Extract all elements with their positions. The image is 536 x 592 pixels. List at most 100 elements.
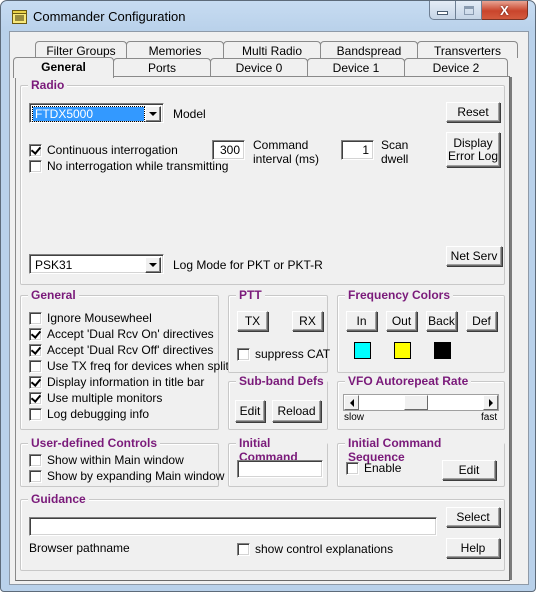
checkbox-label: Use multiple monitors — [47, 391, 163, 405]
tab-transverters[interactable]: Transverters — [417, 41, 518, 58]
continuous-interrogation-box[interactable] — [29, 143, 42, 157]
minimize-button[interactable] — [429, 1, 456, 20]
checkbox-label: show control explanations — [255, 542, 394, 556]
command-interval-label-2: interval (ms) — [253, 152, 320, 166]
def-color-button[interactable]: Def — [466, 311, 497, 331]
checkbox-box[interactable] — [29, 407, 42, 421]
initial-command-input[interactable] — [237, 460, 323, 478]
show-expanding-main-checkbox[interactable]: Show by expanding Main window — [29, 469, 224, 483]
checkbox-box[interactable] — [29, 343, 42, 357]
out-color-button[interactable]: Out — [386, 311, 417, 331]
browser-pathname-input[interactable] — [29, 517, 437, 536]
vfo-autorepeat-slider[interactable] — [343, 394, 499, 411]
checkbox-box[interactable] — [346, 461, 359, 475]
commander-configuration-window: Commander Configuration X Filter Groups … — [0, 0, 536, 592]
checkbox-box[interactable] — [29, 327, 42, 341]
enable-sequence-checkbox[interactable]: Enable — [346, 461, 401, 475]
slider-right-button[interactable] — [483, 395, 498, 410]
help-button[interactable]: Help — [446, 538, 500, 558]
no-interrogation-tx-label: No interrogation while transmitting — [47, 159, 229, 173]
tab-device-0[interactable]: Device 0 — [210, 58, 308, 76]
tab-device-1[interactable]: Device 1 — [307, 58, 405, 76]
no-interrogation-tx-box[interactable] — [29, 159, 42, 173]
command-interval-input[interactable] — [212, 140, 245, 160]
checkbox-box[interactable] — [237, 347, 250, 361]
show-control-explanations-checkbox[interactable]: show control explanations — [237, 542, 393, 556]
back-color-button[interactable]: Back — [426, 311, 457, 331]
tab-filter-groups[interactable]: Filter Groups — [35, 41, 127, 58]
minimize-icon — [437, 11, 448, 15]
checkbox-box[interactable] — [29, 453, 42, 467]
use-multiple-monitors-checkbox[interactable]: Use multiple monitors — [29, 391, 162, 405]
model-dropdown[interactable]: FTDX5000 — [29, 103, 164, 123]
folder-notebook-icon — [12, 10, 27, 24]
in-color-button[interactable]: In — [346, 311, 377, 331]
checkbox-label: Accept 'Dual Rcv On' directives — [47, 327, 214, 341]
user-defined-controls-group: User-defined Controls Show within Main w… — [20, 436, 224, 487]
select-browser-button[interactable]: Select — [446, 507, 500, 527]
log-mode-label: Log Mode for PKT or PKT-R — [173, 258, 323, 272]
tab-bandspread[interactable]: Bandspread — [320, 41, 418, 58]
checkbox-label: Accept 'Dual Rcv Off' directives — [47, 343, 214, 357]
scan-dwell-label-2: dwell — [381, 152, 409, 166]
checkbox-label: Enable — [364, 461, 402, 475]
ptt-group-title: PTT — [236, 288, 265, 302]
vfo-autorepeat-group-title: VFO Autorepeat Rate — [345, 374, 472, 388]
use-tx-freq-split-checkbox[interactable]: Use TX freq for devices when split — [29, 359, 229, 373]
close-icon: X — [500, 2, 509, 18]
subband-reload-button[interactable]: Reload — [272, 400, 321, 422]
checkbox-box[interactable] — [237, 542, 250, 556]
ptt-tx-button[interactable]: TX — [237, 311, 268, 331]
initial-sequence-edit-button[interactable]: Edit — [442, 460, 496, 480]
tab-memories[interactable]: Memories — [126, 41, 224, 58]
checkbox-box[interactable] — [29, 311, 42, 325]
subband-defs-group-title: Sub-band Defs — [236, 374, 327, 388]
display-error-log-button[interactable]: Display Error Log — [446, 132, 500, 167]
log-mode-value: PSK31 — [35, 258, 73, 272]
checkbox-label: Display information in title bar — [47, 375, 205, 389]
slider-thumb[interactable] — [404, 395, 428, 410]
tab-multi-radio[interactable]: Multi Radio — [223, 41, 321, 58]
guidance-group-title: Guidance — [28, 492, 89, 506]
log-debugging-info-checkbox[interactable]: Log debugging info — [29, 407, 149, 421]
frequency-colors-group: Frequency Colors In Out Back Def — [337, 288, 505, 373]
title-bar[interactable]: Commander Configuration X — [1, 1, 535, 31]
ptt-rx-button[interactable]: RX — [292, 311, 323, 331]
maximize-button[interactable] — [456, 1, 482, 20]
checkbox-label: suppress CAT — [255, 347, 331, 361]
accept-dual-rcv-off-checkbox[interactable]: Accept 'Dual Rcv Off' directives — [29, 343, 213, 357]
subband-edit-button[interactable]: Edit — [235, 400, 265, 422]
log-mode-dropdown-arrow[interactable] — [145, 257, 161, 273]
back-color-swatch — [434, 342, 451, 359]
chevron-down-icon — [149, 263, 157, 267]
tab-general[interactable]: General — [13, 57, 114, 78]
continuous-interrogation-label: Continuous interrogation — [47, 143, 178, 157]
model-dropdown-arrow[interactable] — [145, 106, 161, 122]
initial-command-sequence-group: Initial Command Sequence Enable Edit — [337, 436, 505, 487]
subband-defs-group: Sub-band Defs Edit Reload — [228, 374, 328, 430]
checkbox-box[interactable] — [29, 359, 42, 373]
continuous-interrogation-checkbox[interactable]: Continuous interrogation — [29, 143, 178, 157]
suppress-cat-checkbox[interactable]: suppress CAT — [237, 347, 330, 361]
checkbox-box[interactable] — [29, 391, 42, 405]
net-serv-button[interactable]: Net Serv — [446, 246, 502, 266]
ignore-mousewheel-checkbox[interactable]: Ignore Mousewheel — [29, 311, 152, 325]
display-error-log-label-2: Error Log — [447, 148, 499, 163]
display-info-title-bar-checkbox[interactable]: Display information in title bar — [29, 375, 204, 389]
reset-button[interactable]: Reset — [446, 102, 500, 122]
general-group-title: General — [28, 288, 79, 302]
checkbox-box[interactable] — [29, 469, 42, 483]
checkbox-box[interactable] — [29, 375, 42, 389]
no-interrogation-tx-checkbox[interactable]: No interrogation while transmitting — [29, 159, 228, 173]
slow-label: slow — [344, 412, 365, 423]
close-button[interactable]: X — [482, 1, 528, 20]
scan-dwell-input[interactable] — [341, 140, 374, 160]
log-mode-dropdown[interactable]: PSK31 — [29, 254, 164, 274]
slider-left-button[interactable] — [344, 395, 359, 410]
tab-device-2[interactable]: Device 2 — [404, 58, 508, 76]
tab-ports[interactable]: Ports — [113, 58, 211, 76]
show-within-main-checkbox[interactable]: Show within Main window — [29, 453, 184, 467]
general-tab-panel: Radio FTDX5000 Model Reset Continuous in… — [15, 76, 512, 581]
radio-group: Radio FTDX5000 Model Reset Continuous in… — [20, 78, 505, 285]
accept-dual-rcv-on-checkbox[interactable]: Accept 'Dual Rcv On' directives — [29, 327, 214, 341]
